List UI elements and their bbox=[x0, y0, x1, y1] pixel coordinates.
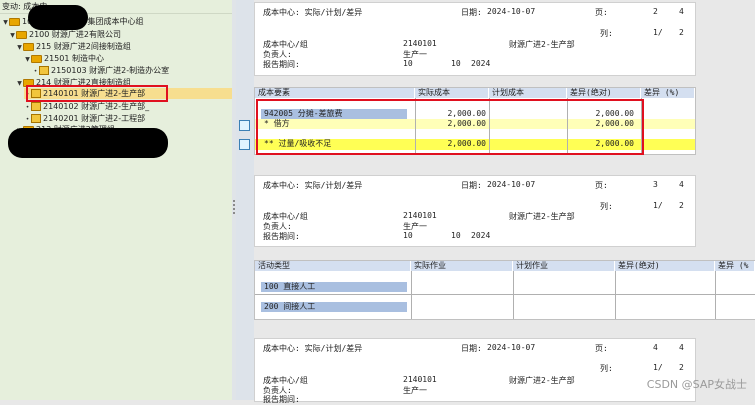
grid-line bbox=[513, 271, 514, 319]
report-title: 成本中心: 实际/计划/差异 bbox=[263, 8, 363, 17]
cost-center-value: 2140101 bbox=[403, 375, 437, 384]
col-header-cost-element[interactable]: 成本要素 bbox=[255, 88, 415, 98]
cost-center-icon bbox=[31, 114, 41, 123]
grid-line bbox=[715, 271, 716, 319]
date-label: 日期: bbox=[461, 8, 482, 17]
cost-center-icon bbox=[31, 102, 41, 111]
splitter-grip-icon[interactable] bbox=[233, 200, 235, 214]
tree-node-2150103[interactable]: • 2150103 财源广进2-制造办公室 bbox=[32, 65, 169, 76]
period-year: 2024 bbox=[471, 59, 491, 68]
cost-center-value: 2140101 bbox=[403, 211, 437, 220]
redaction-block bbox=[28, 5, 88, 30]
cost-center-name: 财源广进2-生产部 bbox=[509, 40, 575, 49]
col-header-variance-abs[interactable]: 差异(绝对) bbox=[567, 88, 641, 98]
page-number: 2 bbox=[653, 7, 658, 16]
page-total: 4 bbox=[679, 180, 684, 189]
date-value: 2024-10-07 bbox=[487, 180, 536, 189]
drilldown-icon[interactable] bbox=[239, 139, 250, 150]
tree-node-21501[interactable]: ▼ 21501 制造中心 bbox=[24, 53, 104, 64]
folder-icon bbox=[23, 42, 34, 51]
page-number: 3 bbox=[653, 180, 658, 189]
page-number: 4 bbox=[653, 343, 658, 352]
page-label: 页: bbox=[595, 344, 608, 353]
drilldown-icon[interactable] bbox=[239, 120, 250, 131]
cost-center-name: 财源广进2-生产部 bbox=[509, 376, 575, 385]
responsible-value: 生产一 bbox=[403, 386, 427, 395]
activity-type-table: 活动类型 实际作业 计划作业 差异(绝对) 差异 (% 100 直接人工 200… bbox=[254, 260, 755, 320]
cost-center-tree: 变动: 成本中 ▼10005集团成本中心组 ▼2100 财源广进2有限公司 ▼2… bbox=[0, 0, 233, 400]
period-from: 10 bbox=[403, 59, 413, 68]
period-from: 10 bbox=[403, 231, 413, 240]
cost-center-icon bbox=[39, 66, 49, 75]
page-label: 页: bbox=[595, 8, 608, 17]
grid-line bbox=[411, 271, 412, 319]
folder-icon bbox=[31, 54, 42, 63]
row-icon-column bbox=[236, 0, 254, 400]
tree-node-2140102[interactable]: • 2140102 财源广进2-生产部_ bbox=[24, 101, 149, 112]
column-total: 2 bbox=[679, 363, 684, 372]
column-label: 列: bbox=[600, 29, 613, 38]
folder-icon bbox=[16, 30, 27, 39]
column-label: 列: bbox=[600, 202, 613, 211]
col-header-plan-activity[interactable]: 计划作业 bbox=[513, 261, 615, 271]
watermark: CSDN @SAP女战士 bbox=[646, 378, 747, 391]
col-header-plan[interactable]: 计划成本 bbox=[489, 88, 567, 98]
col-header-variance-pct[interactable]: 差异 (% bbox=[715, 261, 755, 271]
col-header-actual-activity[interactable]: 实际作业 bbox=[411, 261, 513, 271]
cost-center-value: 2140101 bbox=[403, 39, 437, 48]
expand-triangle-icon[interactable]: ▼ bbox=[16, 78, 23, 89]
tree-node-2140201[interactable]: • 2140201 财源广进2-工程部 bbox=[24, 113, 145, 124]
report-header-page-2: 成本中心: 实际/计划/差异 日期: 2024-10-07 页: 2 4 列: … bbox=[254, 2, 696, 76]
period-to: 10 bbox=[451, 231, 461, 240]
tree-node-215[interactable]: ▼ 215 财源广进2间接制造组 bbox=[16, 41, 131, 52]
expand-triangle-icon[interactable]: ▼ bbox=[9, 30, 16, 41]
grid-line bbox=[615, 271, 616, 319]
column-value: 1/ bbox=[653, 363, 663, 372]
period-year: 2024 bbox=[471, 231, 491, 240]
date-label: 日期: bbox=[461, 181, 482, 190]
page-total: 4 bbox=[679, 7, 684, 16]
tree-node-2100[interactable]: ▼ 2100 财源广进2有限公司 bbox=[9, 29, 121, 40]
column-label: 列: bbox=[600, 364, 613, 373]
folder-icon bbox=[9, 17, 20, 26]
col-header-variance-pct[interactable]: 差异 (%) bbox=[641, 88, 695, 98]
annotation-highlight-box bbox=[256, 99, 644, 155]
date-value: 2024-10-07 bbox=[487, 7, 536, 16]
cost-center-name: 财源广进2-生产部 bbox=[509, 212, 575, 221]
column-value: 1/ bbox=[653, 201, 663, 210]
period-label: 报告期间: bbox=[263, 232, 300, 241]
activity-type-cell[interactable]: 200 间接人工 bbox=[261, 302, 407, 312]
report-header-page-4: 成本中心: 实际/计划/差异 日期: 2024-10-07 页: 4 4 列: … bbox=[254, 338, 696, 404]
period-to: 10 bbox=[451, 59, 461, 68]
period-label: 报告期间: bbox=[263, 60, 300, 69]
report-title: 成本中心: 实际/计划/差异 bbox=[263, 181, 363, 190]
column-total: 2 bbox=[679, 28, 684, 37]
col-header-actual[interactable]: 实际成本 bbox=[415, 88, 489, 98]
page-label: 页: bbox=[595, 181, 608, 190]
column-total: 2 bbox=[679, 201, 684, 210]
report-header-page-3: 成本中心: 实际/计划/差异 日期: 2024-10-07 页: 3 4 列: … bbox=[254, 175, 696, 247]
page-total: 4 bbox=[679, 343, 684, 352]
leaf-dot-icon: • bbox=[33, 68, 38, 75]
column-value: 1/ bbox=[653, 28, 663, 37]
col-header-activity-type[interactable]: 活动类型 bbox=[255, 261, 411, 271]
annotation-highlight-box bbox=[26, 85, 168, 102]
expand-triangle-icon[interactable]: ▼ bbox=[2, 17, 9, 28]
expand-triangle-icon[interactable]: ▼ bbox=[16, 42, 23, 53]
date-value: 2024-10-07 bbox=[487, 343, 536, 352]
report-title: 成本中心: 实际/计划/差异 bbox=[263, 344, 363, 353]
col-header-variance-abs[interactable]: 差异(绝对) bbox=[615, 261, 715, 271]
redaction-block bbox=[8, 128, 168, 158]
activity-type-cell[interactable]: 100 直接人工 bbox=[261, 282, 407, 292]
leaf-dot-icon: • bbox=[25, 104, 30, 111]
date-label: 日期: bbox=[461, 344, 482, 353]
grid-line bbox=[255, 294, 755, 295]
expand-triangle-icon[interactable]: ▼ bbox=[24, 54, 31, 65]
